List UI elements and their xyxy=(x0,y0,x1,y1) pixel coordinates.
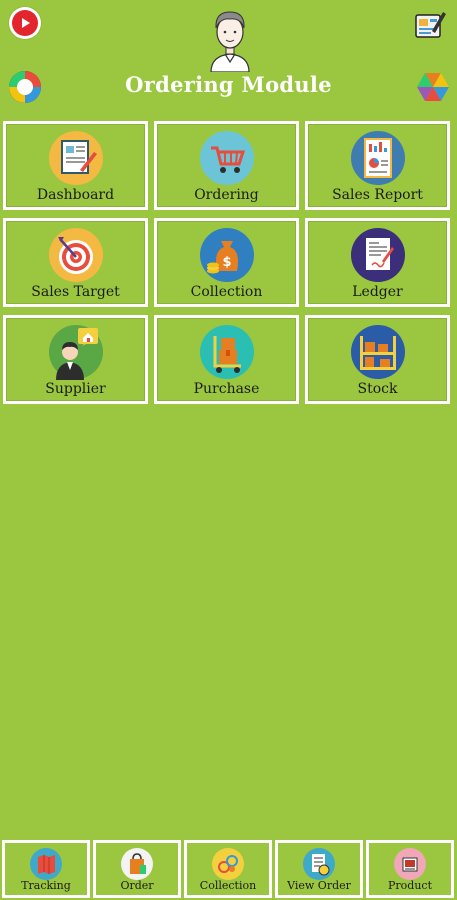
stock-icon xyxy=(350,325,405,379)
target-icon xyxy=(48,228,103,282)
tile-ledger[interactable]: Ledger xyxy=(305,218,450,307)
report-icon xyxy=(350,131,405,185)
tile-label: Purchase xyxy=(193,381,260,397)
tile-label: Stock xyxy=(357,381,398,397)
nav-collection[interactable]: Collection xyxy=(184,840,272,898)
tile-label: Ordering xyxy=(194,187,259,203)
user-avatar-icon[interactable] xyxy=(205,6,255,72)
tile-label: Sales Report xyxy=(332,187,423,203)
tile-supplier[interactable]: Supplier xyxy=(3,315,148,404)
shopping-cart-icon xyxy=(199,131,254,185)
nav-label: Collection xyxy=(199,879,257,892)
page-title: Ordering Module xyxy=(125,72,332,97)
tile-dashboard[interactable]: Dashboard xyxy=(3,121,148,210)
tile-sales-target[interactable]: Sales Target xyxy=(3,218,148,307)
nav-view-order[interactable]: View Order xyxy=(275,840,363,898)
collection-icon xyxy=(212,848,244,880)
nav-label: Order xyxy=(120,879,154,892)
color-wheel-icon xyxy=(417,73,449,101)
bottom-navigation: Tracking Order Collection View Order Pro… xyxy=(0,838,457,900)
edit-note-icon[interactable] xyxy=(414,9,446,39)
tile-label: Sales Target xyxy=(31,284,120,300)
svg-text:$: $ xyxy=(222,255,231,270)
view-order-icon xyxy=(303,848,335,880)
product-icon xyxy=(394,848,426,880)
money-bag-icon: $ xyxy=(199,228,254,282)
nav-label: View Order xyxy=(287,879,351,892)
tile-label: Collection xyxy=(190,284,263,300)
order-icon xyxy=(121,848,153,880)
nav-label: Product xyxy=(388,879,432,892)
tile-ordering[interactable]: Ordering xyxy=(154,121,299,210)
tile-label: Supplier xyxy=(45,381,106,397)
tile-sales-report[interactable]: Sales Report xyxy=(305,121,450,210)
nav-order[interactable]: Order xyxy=(93,840,181,898)
tracking-icon xyxy=(30,848,62,880)
supplier-icon xyxy=(48,325,103,380)
tile-label: Ledger xyxy=(352,284,403,300)
tile-stock[interactable]: Stock xyxy=(305,315,450,404)
nav-label: Tracking xyxy=(21,879,71,892)
dashboard-icon xyxy=(48,131,103,185)
purchase-icon xyxy=(199,325,254,379)
nav-tracking[interactable]: Tracking xyxy=(2,840,90,898)
nav-product[interactable]: Product xyxy=(366,840,454,898)
app-header: Ordering Module xyxy=(0,0,457,118)
ledger-icon xyxy=(350,228,405,282)
tile-label: Dashboard xyxy=(36,187,115,203)
youtube-play-icon[interactable] xyxy=(9,7,41,39)
tile-collection[interactable]: $ Collection xyxy=(154,218,299,307)
tile-purchase[interactable]: Purchase xyxy=(154,315,299,404)
